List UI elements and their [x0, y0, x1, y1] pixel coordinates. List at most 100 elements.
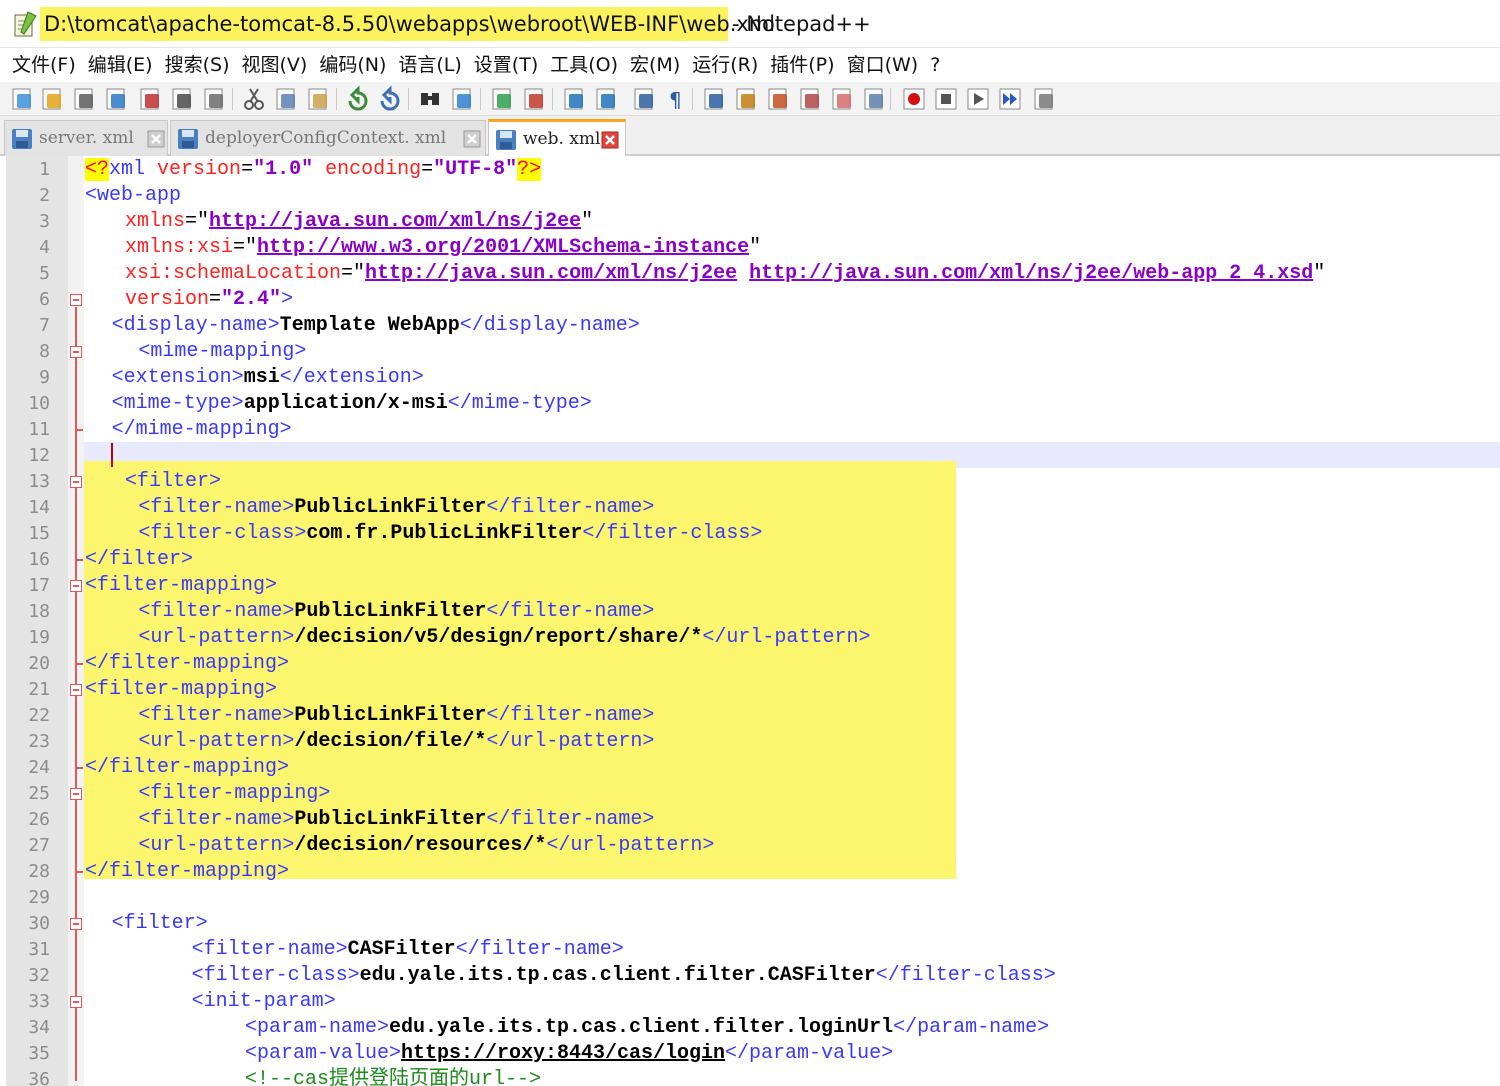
menu-language[interactable]: 语言(L)	[392, 50, 467, 80]
word-wrap-icon[interactable]	[630, 85, 658, 113]
code-token: <param-value>	[244, 1042, 401, 1065]
menu-macro[interactable]: 宏(M)	[624, 50, 686, 80]
code-line[interactable]: 18 <filter-name>PublicLinkFilter</filter-…	[0, 599, 1500, 625]
code-line[interactable]: 9 <extension>msi</extension>	[0, 365, 1500, 391]
replace-icon[interactable]	[448, 85, 476, 113]
code-token: ="	[341, 262, 366, 285]
open-file-icon[interactable]	[38, 85, 66, 113]
record-macro-icon[interactable]	[900, 85, 928, 113]
print-icon[interactable]	[200, 85, 228, 113]
save-all-icon[interactable]	[102, 85, 130, 113]
code-line[interactable]: 35 <param-value>https://roxy:8443/cas/log…	[0, 1041, 1500, 1067]
code-text: <init-param>	[192, 989, 336, 1015]
zoom-in-icon[interactable]	[488, 85, 516, 113]
code-line[interactable]: 14 <filter-name>PublicLinkFilter</filter-…	[0, 495, 1500, 521]
code-line[interactable]: 3 xmlns="http://java.sun.com/xml/ns/j2ee"	[0, 209, 1500, 235]
code-line[interactable]: 15 <filter-class>com.fr.PublicLinkFilter<…	[0, 521, 1500, 547]
code-line[interactable]: 6 version="2.4">	[0, 287, 1500, 313]
code-line[interactable]: 2 <web-app	[0, 183, 1500, 209]
code-token: version	[157, 158, 242, 181]
code-line[interactable]: 4 xmlns:xsi="http://www.w3.org/2001/XMLSc…	[0, 235, 1500, 261]
menu-edit[interactable]: 编辑(E)	[82, 50, 159, 80]
menu-view[interactable]: 视图(V)	[236, 50, 314, 80]
code-line[interactable]: 28 </filter-mapping>	[0, 859, 1500, 885]
tab-server-xml[interactable]: server. xml	[4, 120, 168, 156]
code-line[interactable]: 21 <filter-mapping>	[0, 677, 1500, 703]
line-number: 13	[28, 471, 50, 492]
indent-guide-icon[interactable]	[700, 85, 728, 113]
code-line[interactable]: 19 <url-pattern>/decision/v5/design/repor…	[0, 625, 1500, 651]
code-line[interactable]: 36 <!--cas提供登陆页面的url-->	[0, 1067, 1500, 1086]
code-line[interactable]: 16 </filter>	[0, 547, 1500, 573]
code-line[interactable]: 26 <filter-name>PublicLinkFilter</filter-…	[0, 807, 1500, 833]
code-line[interactable]: 7 <display-name>Template WebApp</display-…	[0, 313, 1500, 339]
zoom-out-icon[interactable]	[520, 85, 548, 113]
code-editor[interactable]: 1 <?xml version="1.0" encoding="UTF-8"?> 2…	[0, 156, 1500, 1086]
code-line[interactable]: 30 <filter>	[0, 911, 1500, 937]
new-file-icon[interactable]	[8, 85, 36, 113]
code-line[interactable]: 24 </filter-mapping>	[0, 755, 1500, 781]
copy-icon[interactable]	[272, 85, 300, 113]
code-line[interactable]: 12	[0, 443, 1500, 469]
redo-icon[interactable]	[376, 85, 404, 113]
menu-window[interactable]: 窗口(W)	[841, 50, 925, 80]
code-line[interactable]: 23 <url-pattern>/decision/file/*</url-pat…	[0, 729, 1500, 755]
code-line[interactable]: 17 <filter-mapping>	[0, 573, 1500, 599]
sync-horizontal-icon[interactable]	[592, 85, 620, 113]
menu-run[interactable]: 运行(R)	[686, 50, 764, 80]
menu-search[interactable]: 搜索(S)	[159, 50, 236, 80]
code-token: /decision/v5/design/report/share/*	[294, 626, 703, 649]
tab-deployer-config[interactable]: deployerConfigContext. xml	[170, 120, 486, 156]
menu-bar: 文件(F) 编辑(E) 搜索(S) 视图(V) 编码(N) 语言(L) 设置(T…	[0, 48, 1500, 82]
code-line[interactable]: 31 <filter-name>CASFilter</filter-name>	[0, 937, 1500, 963]
code-line[interactable]: 1 <?xml version="1.0" encoding="UTF-8"?>	[0, 157, 1500, 183]
code-line[interactable]: 33 <init-param>	[0, 989, 1500, 1015]
code-line[interactable]: 8 <mime-mapping>	[0, 339, 1500, 365]
save-macro-icon[interactable]	[1030, 85, 1058, 113]
svg-text:¶: ¶	[669, 88, 682, 112]
code-line[interactable]: 5 xsi:schemaLocation="http://java.sun.com…	[0, 261, 1500, 287]
stop-macro-icon[interactable]	[932, 85, 960, 113]
close-all-icon[interactable]	[168, 85, 196, 113]
code-line[interactable]: 34 <param-name>edu.yale.its.tp.cas.client…	[0, 1015, 1500, 1041]
menu-settings[interactable]: 设置(T)	[468, 50, 544, 80]
undo-icon[interactable]	[344, 85, 372, 113]
menu-plugins[interactable]: 插件(P)	[764, 50, 840, 80]
close-icon[interactable]	[463, 130, 481, 148]
tab-web-xml[interactable]: web. xml	[488, 119, 626, 157]
menu-encoding[interactable]: 编码(N)	[313, 50, 392, 80]
play-macro-icon[interactable]	[964, 85, 992, 113]
show-all-chars-icon[interactable]: ¶	[662, 85, 690, 113]
code-line[interactable]: 20 </filter-mapping>	[0, 651, 1500, 677]
run-macro-multiple-icon[interactable]	[996, 85, 1024, 113]
sync-vertical-icon[interactable]	[560, 85, 588, 113]
menu-help[interactable]: ?	[924, 50, 946, 80]
code-line[interactable]: 22 <filter-name>PublicLinkFilter</filter-…	[0, 703, 1500, 729]
code-line[interactable]: 29	[0, 885, 1500, 911]
monitor-icon[interactable]	[860, 85, 888, 113]
code-line[interactable]: 32 <filter-class>edu.yale.its.tp.cas.clie…	[0, 963, 1500, 989]
paste-icon[interactable]	[304, 85, 332, 113]
code-line[interactable]: 10 <mime-type>application/x-msi</mime-typ…	[0, 391, 1500, 417]
language-icon[interactable]	[732, 85, 760, 113]
code-line[interactable]: 27 <url-pattern>/decision/resources/*</ur…	[0, 833, 1500, 859]
function-list-icon[interactable]	[796, 85, 824, 113]
find-icon[interactable]	[416, 85, 444, 113]
toolbar-separator	[552, 88, 553, 110]
menu-tools[interactable]: 工具(O)	[544, 50, 624, 80]
folder-workspace-icon[interactable]	[828, 85, 856, 113]
code-line[interactable]: 11 </mime-mapping>	[0, 417, 1500, 443]
save-icon[interactable]	[70, 85, 98, 113]
code-text: </filter-mapping>	[85, 859, 289, 885]
code-line[interactable]: 25 <filter-mapping>	[0, 781, 1500, 807]
close-icon[interactable]	[136, 85, 164, 113]
code-line[interactable]: 13 <filter>	[0, 469, 1500, 495]
code-text: <filter-mapping>	[85, 573, 277, 599]
code-token: </extension>	[279, 366, 424, 389]
menu-file[interactable]: 文件(F)	[6, 50, 82, 80]
close-icon[interactable]	[147, 130, 165, 148]
line-number: 21	[28, 679, 50, 700]
doc-map-icon[interactable]	[764, 85, 792, 113]
close-icon[interactable]	[601, 131, 619, 149]
cut-icon[interactable]	[240, 85, 268, 113]
